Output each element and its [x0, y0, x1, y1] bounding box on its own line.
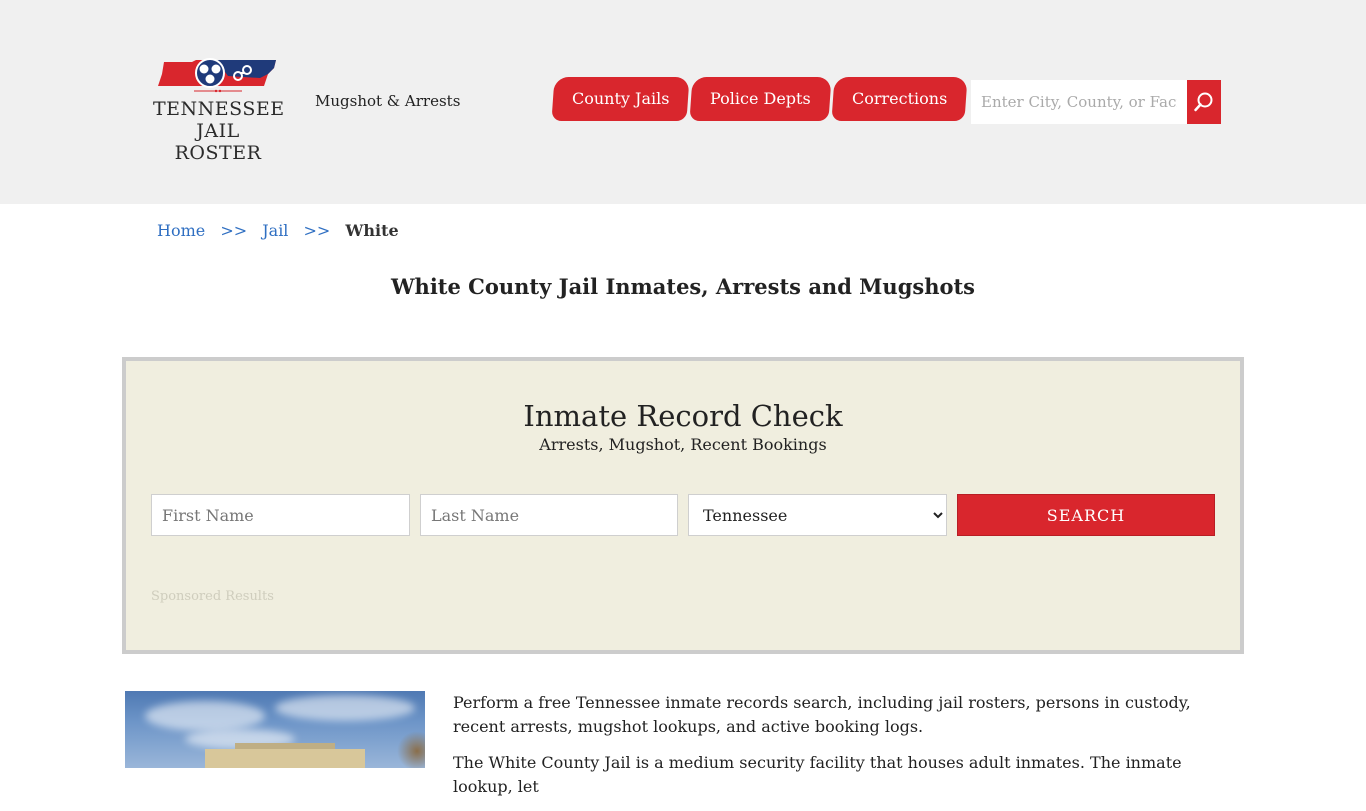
breadcrumb: Home >> Jail >> White	[157, 221, 399, 240]
tennessee-flag-map-icon	[158, 58, 276, 93]
sponsored-results-label: Sponsored Results	[151, 589, 274, 604]
nav-label: Police Depts	[710, 89, 812, 108]
site-tagline: Mugshot & Arrests	[315, 92, 461, 110]
photo-building	[205, 749, 365, 768]
photo-tree	[397, 731, 425, 768]
nav-corrections[interactable]: Corrections	[831, 77, 968, 121]
header-search-input[interactable]	[971, 80, 1187, 124]
photo-cloud	[275, 695, 415, 721]
nav-label: County Jails	[572, 89, 670, 108]
logo-text-line1: TENNESSEE	[153, 98, 285, 120]
search-button[interactable]: SEARCH	[957, 494, 1215, 536]
page-title: White County Jail Inmates, Arrests and M…	[390, 274, 976, 299]
breadcrumb-current: White	[345, 221, 399, 240]
state-select[interactable]: Tennessee	[688, 494, 947, 536]
nav-police-depts[interactable]: Police Depts	[689, 77, 832, 121]
jail-building-photo	[125, 691, 425, 768]
logo-text-line2: JAIL ROSTER	[174, 120, 262, 164]
nav-label: Corrections	[852, 89, 948, 108]
breadcrumb-home[interactable]: Home	[157, 221, 205, 240]
record-check-subtitle: Arrests, Mugshot, Recent Bookings	[539, 435, 827, 454]
nav-county-jails[interactable]: County Jails	[551, 77, 690, 121]
breadcrumb-separator: >>	[303, 221, 331, 240]
intro-paragraph: The White County Jail is a medium securi…	[453, 753, 1182, 796]
header-search	[971, 80, 1221, 124]
intro-text: Perform a free Tennessee inmate records …	[453, 691, 1243, 811]
last-name-input[interactable]	[420, 494, 678, 536]
record-check-title: Inmate Record Check	[523, 399, 843, 433]
inmate-record-check-panel: Inmate Record Check Arrests, Mugshot, Re…	[122, 357, 1244, 654]
first-name-input[interactable]	[151, 494, 410, 536]
intro-paragraph: Perform a free Tennessee inmate records …	[453, 693, 1191, 736]
site-header: TENNESSEE JAIL ROSTER Mugshot & Arrests …	[0, 0, 1366, 204]
header-search-button[interactable]	[1187, 80, 1221, 124]
main-nav: County Jails Police Depts Corrections	[551, 77, 969, 121]
breadcrumb-separator: >>	[220, 221, 248, 240]
search-icon	[1194, 92, 1213, 112]
breadcrumb-jail[interactable]: Jail	[262, 221, 288, 240]
site-logo[interactable]: TENNESSEE JAIL ROSTER	[153, 56, 285, 164]
photo-cloud	[145, 701, 265, 731]
